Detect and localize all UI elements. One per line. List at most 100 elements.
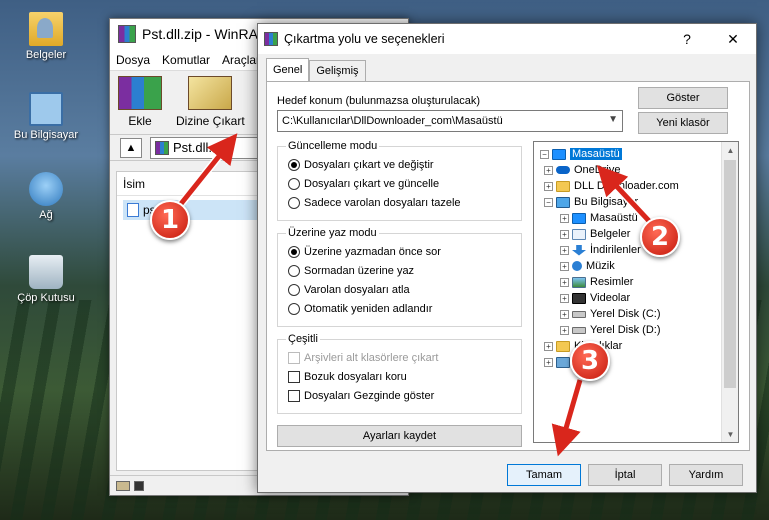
extract-to-button[interactable]: Dizine Çıkart [176, 76, 245, 128]
expand-icon[interactable]: + [544, 357, 553, 367]
option-label: Sormadan üzerine yaz [304, 265, 415, 277]
expand-icon[interactable]: + [544, 165, 553, 175]
archive-path-text: Pst.dll.zip [173, 140, 229, 155]
update-option-extract-replace[interactable]: Dosyaları çıkart ve değiştir [288, 159, 434, 171]
overwrite-option-skip[interactable]: Varolan dosyaları atla [288, 284, 410, 296]
expand-icon[interactable]: + [560, 229, 569, 239]
expand-icon[interactable]: + [560, 309, 569, 319]
collapse-icon[interactable]: − [544, 197, 553, 207]
update-option-extract-update[interactable]: Dosyaları çıkart ve güncelle [288, 178, 439, 190]
expand-icon[interactable]: + [560, 293, 569, 303]
overwrite-option-ask[interactable]: Üzerine yazmadan önce sor [288, 246, 441, 258]
tree-item-label: Yerel Disk (D:) [590, 324, 661, 336]
destination-path-combo[interactable]: C:\Kullanıcılar\DllDownloader_com\Masaüs… [277, 110, 623, 132]
option-label: Otomatik yeniden adlandır [304, 303, 433, 315]
close-button[interactable]: ✕ [710, 24, 756, 54]
misc-option-show-in-explorer[interactable]: Dosyaları Gezginde göster [288, 390, 434, 402]
tree-item-disk-d[interactable]: + Yerel Disk (D:) [560, 322, 661, 338]
menu-tools[interactable]: Araçlar [222, 53, 260, 67]
add-button-label: Ekle [128, 114, 152, 128]
overwrite-option-rename[interactable]: Otomatik yeniden adlandır [288, 303, 432, 315]
winrar-title: Pst.dll.zip - WinRAR [142, 26, 269, 42]
list-item[interactable]: pst [123, 200, 273, 220]
tree-item-disk-c[interactable]: + Yerel Disk (C:) [560, 306, 661, 322]
archive-add-icon [118, 76, 162, 110]
radio-icon [288, 265, 300, 277]
tree-item-label: DLL Downloader.com [574, 180, 679, 192]
dialog-titlebar[interactable]: Çıkartma yolu ve seçenekleri ? ✕ [258, 24, 756, 54]
expand-icon[interactable]: + [560, 245, 569, 255]
radio-icon [288, 284, 300, 296]
tree-item-documents[interactable]: + Belgeler [560, 226, 630, 242]
disk-icon [572, 310, 586, 318]
show-button[interactable]: Göster [638, 87, 728, 109]
tree-item-onedrive[interactable]: + OneDrive [544, 162, 620, 178]
new-folder-button[interactable]: Yeni klasör [638, 112, 728, 134]
desktop-icon-documents[interactable]: Belgeler [8, 12, 84, 61]
menu-file[interactable]: Dosya [116, 53, 150, 67]
save-settings-button[interactable]: Ayarları kaydet [277, 425, 522, 447]
desktop-icon-network[interactable]: Ağ [8, 172, 84, 221]
folder-user-icon [29, 12, 63, 46]
misc-option-keep-broken[interactable]: Bozuk dosyaları koru [288, 371, 407, 383]
tree-item-user[interactable]: + DLL Downloader.com [544, 178, 679, 194]
overwrite-option-no-ask[interactable]: Sormadan üzerine yaz [288, 265, 414, 277]
tree-item-pc-desktop[interactable]: + Masaüstü [560, 210, 638, 226]
step-callout-1: 1 [150, 200, 190, 240]
tab-advanced[interactable]: Gelişmiş [309, 60, 366, 81]
add-button[interactable]: Ekle [118, 76, 162, 128]
cancel-button[interactable]: İptal [588, 464, 662, 486]
tree-item-downloads[interactable]: + İndirilenler [560, 242, 641, 258]
destination-path-text: C:\Kullanıcılar\DllDownloader_com\Masaüs… [282, 115, 503, 127]
expand-icon[interactable]: + [560, 261, 569, 271]
desktop-icon-label: Ağ [39, 209, 53, 221]
column-header-label: İsim [123, 176, 145, 191]
radio-icon [288, 178, 300, 190]
update-option-freshen[interactable]: Sadece varolan dosyaları tazele [288, 197, 461, 209]
help-title-button[interactable]: ? [664, 24, 710, 54]
scroll-thumb[interactable] [724, 160, 736, 388]
up-arrow-icon: ▲ [125, 141, 137, 154]
overwrite-mode-title: Üzerine yaz modu [286, 227, 379, 239]
help-button[interactable]: Yardım [669, 464, 743, 486]
tree-item-label: Belgeler [590, 228, 631, 240]
desktop-icon-recycle-bin[interactable]: Çöp Kutusu [8, 255, 84, 304]
general-tab-panel: Hedef konum (bulunmazsa oluşturulacak) C… [266, 81, 750, 451]
collapse-icon[interactable]: − [540, 149, 549, 159]
pictures-icon [572, 276, 586, 288]
tree-item-label: Yerel Disk (C:) [590, 308, 661, 320]
up-folder-button[interactable]: ▲ [120, 137, 142, 158]
tree-item-videos[interactable]: + Videolar [560, 290, 630, 306]
computer-icon [29, 92, 63, 126]
dialog-tabs: Genel Gelişmiş [266, 58, 366, 81]
expand-icon[interactable]: + [560, 277, 569, 287]
desktop-icon-this-pc[interactable]: Bu Bilgisayar [8, 92, 84, 141]
tree-item-desktop[interactable]: − Masaüstü [540, 146, 622, 162]
ok-button[interactable]: Tamam [507, 464, 581, 486]
drive-icon [116, 480, 130, 491]
videos-icon [572, 292, 586, 304]
tree-item-music[interactable]: + Müzik [560, 258, 615, 274]
computer-icon [556, 196, 570, 208]
menu-commands[interactable]: Komutlar [162, 53, 210, 67]
scroll-up-icon[interactable]: ▲ [722, 142, 738, 158]
tree-item-this-pc[interactable]: − Bu Bilgisayar [544, 194, 638, 210]
misc-title: Çeşitli [286, 333, 320, 345]
folder-tree[interactable]: − Masaüstü + OneDrive + DLL Downloader.c… [533, 141, 739, 443]
step-callout-3: 3 [570, 341, 610, 381]
tree-scrollbar[interactable]: ▲ ▼ [721, 142, 738, 442]
expand-icon[interactable]: + [560, 325, 569, 335]
checkbox-icon [288, 371, 300, 383]
tree-item-label: Resimler [590, 276, 634, 288]
expand-icon[interactable]: + [544, 341, 553, 351]
tab-general[interactable]: Genel [266, 58, 310, 81]
tree-item-pictures[interactable]: + Resimler [560, 274, 633, 290]
desktop-icon-label: Belgeler [25, 49, 67, 61]
scroll-down-icon[interactable]: ▼ [722, 426, 738, 442]
expand-icon[interactable]: + [544, 181, 553, 191]
network-icon [556, 356, 570, 368]
radio-icon [288, 197, 300, 209]
expand-icon[interactable]: + [560, 213, 569, 223]
tree-item-label: Masaüstü [590, 212, 638, 224]
disk-icon [572, 326, 586, 334]
